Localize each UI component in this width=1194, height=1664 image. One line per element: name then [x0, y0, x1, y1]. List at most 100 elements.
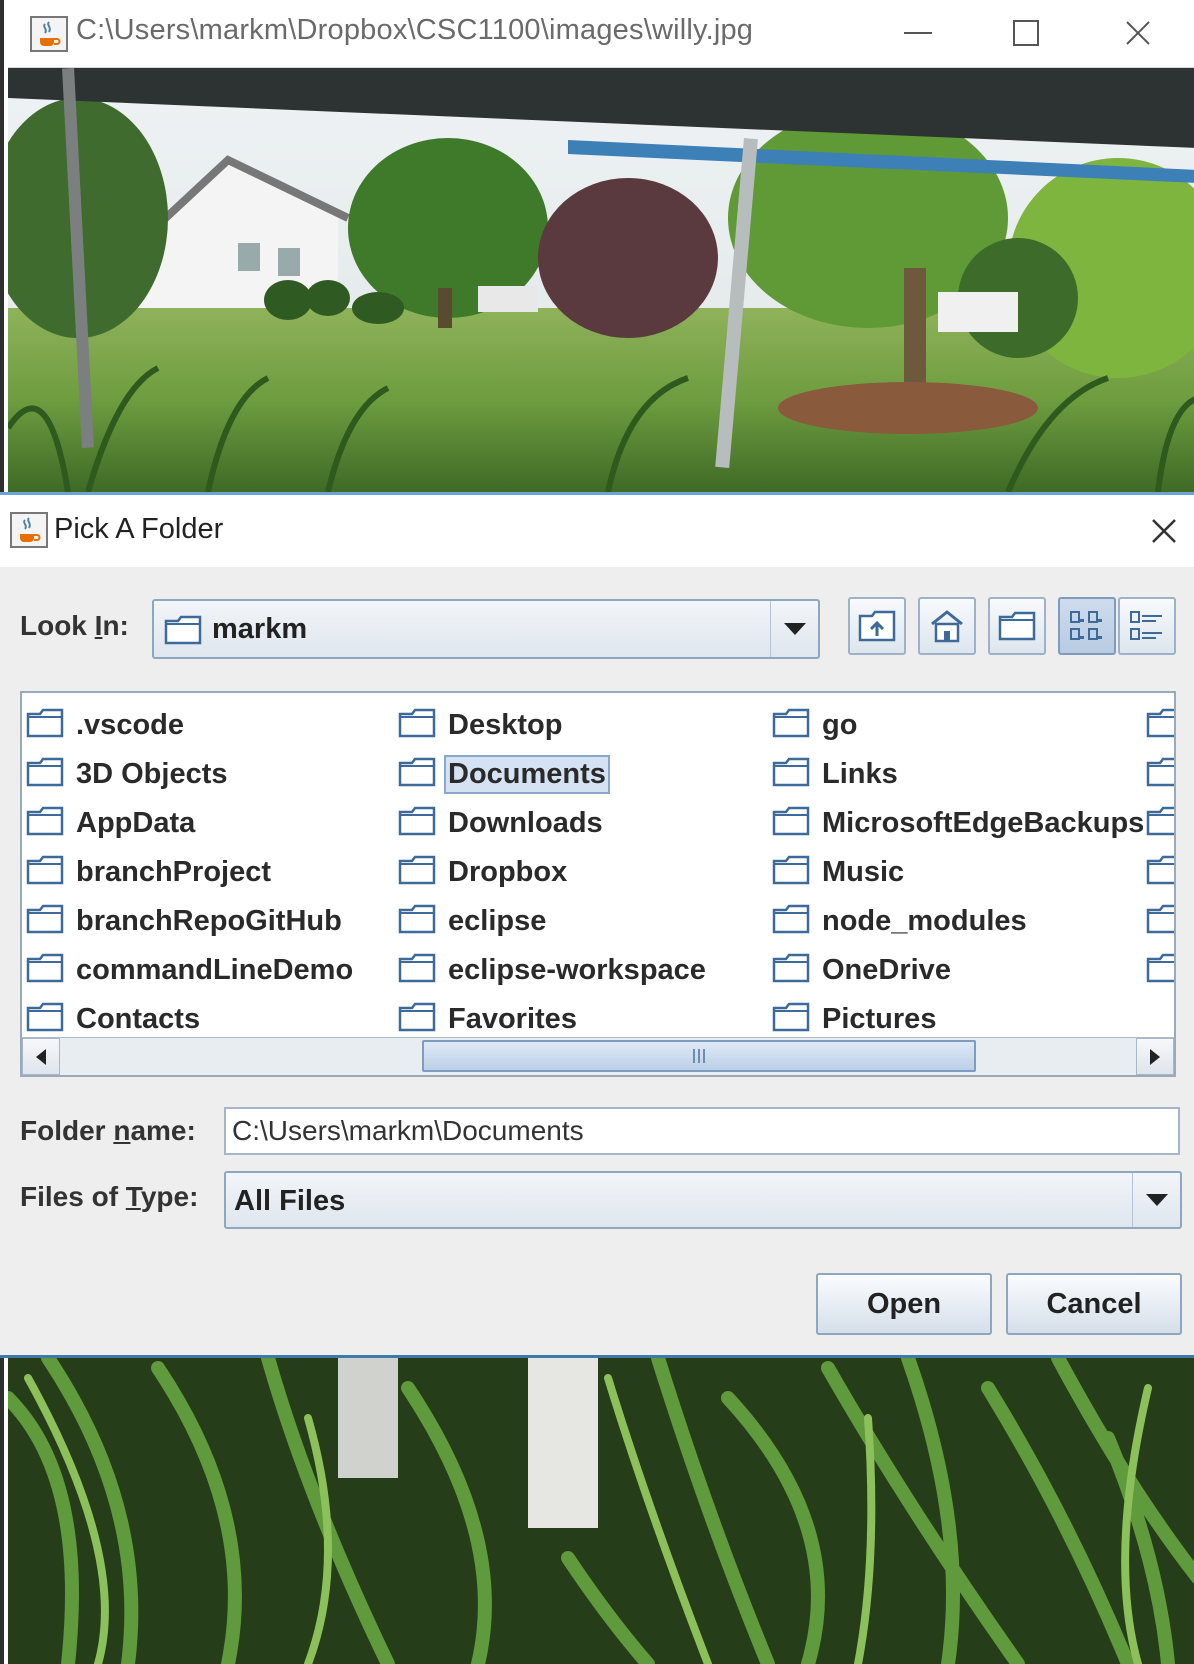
folder-item[interactable]: MicrosoftEdgeBackups — [772, 799, 1148, 848]
details-view-button[interactable] — [1118, 597, 1176, 655]
folder-icon — [772, 757, 810, 792]
folder-item[interactable] — [1146, 946, 1174, 995]
folder-item[interactable] — [1146, 750, 1174, 799]
folder-item[interactable]: branchRepoGitHub — [26, 897, 357, 946]
folder-item[interactable]: .vscode — [26, 701, 357, 750]
arrow-left-icon — [36, 1048, 46, 1065]
folder-icon — [772, 708, 810, 743]
files-of-type-combo[interactable]: All Files — [224, 1171, 1182, 1229]
folder-name: Downloads — [448, 807, 603, 839]
folder-item[interactable] — [1146, 897, 1174, 946]
folder-name-input[interactable] — [226, 1109, 1178, 1153]
folder-icon — [1146, 904, 1174, 939]
folder-item[interactable] — [1146, 799, 1174, 848]
folder-item[interactable]: commandLineDemo — [26, 946, 357, 995]
folder-item[interactable]: node_modules — [772, 897, 1148, 946]
scroll-right-button[interactable] — [1136, 1038, 1174, 1075]
folder-icon — [772, 855, 810, 890]
folder-icon — [398, 855, 436, 890]
java-cup-icon — [30, 16, 68, 52]
file-column-4-partial — [1146, 701, 1174, 995]
new-folder-icon — [998, 611, 1036, 641]
folder-icon — [26, 855, 64, 890]
folder-item-selected[interactable]: Documents — [398, 750, 710, 799]
folder-item[interactable]: eclipse-workspace — [398, 946, 710, 995]
folder-item[interactable]: AppData — [26, 799, 357, 848]
folder-item[interactable]: Music — [772, 848, 1148, 897]
folder-name-field[interactable] — [224, 1107, 1180, 1155]
details-view-icon — [1130, 611, 1162, 640]
folder-item[interactable]: Desktop — [398, 701, 710, 750]
folder-item[interactable]: OneDrive — [772, 946, 1148, 995]
folder-item[interactable]: Dropbox — [398, 848, 710, 897]
folder-name: Contacts — [76, 1003, 201, 1035]
arrow-right-icon — [1150, 1048, 1160, 1065]
scrollbar-thumb[interactable] — [422, 1040, 976, 1072]
close-icon — [1152, 519, 1176, 543]
folder-item[interactable]: eclipse — [398, 897, 710, 946]
folder-name: .vscode — [76, 709, 184, 741]
folder-name: AppData — [76, 807, 196, 839]
folder-icon — [398, 953, 436, 988]
folder-item[interactable]: branchProject — [26, 848, 357, 897]
file-list[interactable]: .vscode 3D Objects AppData branchProject… — [20, 691, 1176, 1077]
folder-name: Favorites — [448, 1003, 577, 1035]
files-of-type-value: All Files — [234, 1185, 346, 1217]
folder-icon — [1146, 953, 1174, 988]
open-button[interactable]: Open — [816, 1273, 992, 1335]
folder-name: node_modules — [822, 905, 1027, 937]
close-button[interactable] — [1108, 8, 1168, 58]
look-in-value: markm — [212, 613, 308, 645]
folder-name: branchProject — [76, 856, 271, 888]
folder-icon — [398, 1002, 436, 1037]
folder-icon — [1146, 806, 1174, 841]
folder-item[interactable] — [1146, 701, 1174, 750]
folder-icon — [772, 953, 810, 988]
java-cup-icon — [10, 512, 48, 548]
folder-name: Pictures — [822, 1003, 937, 1035]
folder-icon — [26, 953, 64, 988]
folder-name: Desktop — [448, 709, 563, 741]
folder-item[interactable]: go — [772, 701, 1148, 750]
folder-name: branchRepoGitHub — [76, 905, 342, 937]
new-folder-button[interactable] — [988, 597, 1046, 655]
cancel-button[interactable]: Cancel — [1006, 1273, 1182, 1335]
home-icon — [931, 610, 963, 643]
folder-item[interactable]: Downloads — [398, 799, 710, 848]
look-in-combo[interactable]: markm — [152, 599, 820, 659]
dialog-title-bar[interactable]: Pick A Folder — [0, 495, 1194, 567]
dialog-close-button[interactable] — [1142, 509, 1186, 553]
look-in-label: Look In: — [20, 610, 129, 641]
grip-icon — [693, 1049, 705, 1063]
horizontal-scrollbar[interactable] — [22, 1037, 1174, 1075]
home-button[interactable] — [918, 597, 976, 655]
up-one-level-button[interactable] — [848, 597, 906, 655]
folder-icon — [26, 757, 64, 792]
folder-name: Dropbox — [448, 856, 568, 888]
folder-icon — [772, 806, 810, 841]
folder-name: eclipse — [448, 905, 547, 937]
folder-item[interactable]: Links — [772, 750, 1148, 799]
folder-name: 3D Objects — [76, 758, 228, 790]
look-in-dropdown-arrow[interactable] — [770, 601, 818, 657]
folder-icon — [164, 615, 202, 650]
minimize-button[interactable] — [888, 8, 948, 58]
folder-icon — [1146, 708, 1174, 743]
willy-photo-bottom — [8, 1358, 1194, 1664]
folder-item[interactable]: 3D Objects — [26, 750, 357, 799]
folder-name: commandLineDemo — [76, 954, 354, 986]
maximize-button[interactable] — [996, 8, 1056, 58]
folder-name: go — [822, 709, 858, 741]
window-title-bar[interactable]: C:\Users\markm\Dropbox\CSC1100\images\wi… — [8, 0, 1194, 68]
folder-icon — [26, 708, 64, 743]
folder-icon — [26, 806, 64, 841]
willy-photo-top — [8, 68, 1194, 492]
folder-icon — [772, 1002, 810, 1037]
folder-icon — [26, 904, 64, 939]
window-title: C:\Users\markm\Dropbox\CSC1100\images\wi… — [76, 14, 754, 46]
folder-item[interactable] — [1146, 848, 1174, 897]
files-of-type-dropdown-arrow[interactable] — [1132, 1173, 1180, 1227]
list-view-button[interactable] — [1058, 597, 1116, 655]
pick-folder-dialog: Pick A Folder Look In: markm .vscode 3D … — [0, 492, 1194, 1358]
scroll-left-button[interactable] — [22, 1038, 60, 1075]
